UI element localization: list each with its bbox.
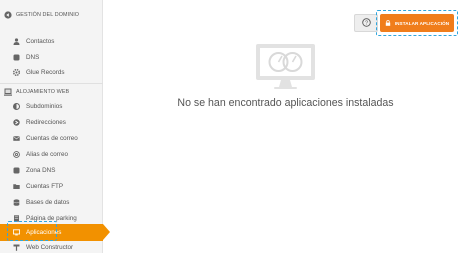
sidebar-item-subdominios[interactable]: Subdominios (0, 98, 103, 115)
empty-state-message: No se han encontrado aplicaciones instal… (177, 97, 394, 109)
folder-icon (13, 183, 20, 190)
document-icon (13, 215, 20, 222)
sidebar-item-label: Alias de correo (26, 151, 68, 158)
question-circle-icon: ? (361, 14, 371, 32)
redirect-icon (13, 119, 20, 126)
sidebar-item-label: Redirecciones (26, 119, 66, 126)
sidebar-item-cuentas-correo[interactable]: Cuentas de correo (0, 130, 103, 147)
sidebar-item-web-constructor[interactable]: Web Constructor (0, 239, 103, 253)
help-button[interactable]: ? (354, 14, 378, 32)
server-icon (4, 88, 12, 96)
sidebar-item-redirecciones[interactable]: Redirecciones (0, 114, 103, 131)
sidebar-item-cuentas-ftp[interactable]: Cuentas FTP (0, 178, 103, 195)
half-circle-icon (13, 103, 20, 110)
sidebar-item-glue-records[interactable]: Glue Records (0, 64, 103, 81)
sidebar-item-label: Aplicaciones (26, 229, 62, 236)
sidebar-item-label: Web Constructor (26, 244, 74, 251)
at-icon (13, 151, 20, 158)
sidebar-item-label: Bases de datos (26, 199, 70, 206)
sidebar-item-contactos[interactable]: Contactos (0, 33, 103, 50)
svg-text:?: ? (364, 20, 367, 26)
sidebar-item-bases-datos[interactable]: Bases de datos (0, 194, 103, 211)
install-button-label: INSTALAR APLICACIÓN (394, 20, 450, 26)
gear-icon (13, 69, 20, 76)
hammer-icon (13, 244, 20, 251)
user-icon (13, 38, 20, 45)
monitor-icon (13, 229, 20, 236)
sidebar-item-label: Subdominios (26, 103, 63, 110)
sidebar-item-alias-correo[interactable]: Alias de correo (0, 146, 103, 163)
sidebar-item-zona-dns[interactable]: Zona DNS (0, 162, 103, 179)
sidebar-item-label: Zona DNS (26, 167, 56, 174)
monitor-gauge-icon (254, 42, 317, 90)
sidebar-item-label: Cuentas de correo (26, 135, 78, 142)
section-title: GESTIÓN DEL DOMINIO (16, 12, 80, 18)
section-header-domain: GESTIÓN DEL DOMINIO (0, 5, 103, 25)
database-icon (13, 199, 20, 206)
section-title: ALOJAMIENTO WEB (16, 89, 70, 95)
sidebar-item-label: Glue Records (26, 69, 65, 76)
sidebar: GESTIÓN DEL DOMINIO Contactos DNS Glue R… (0, 0, 110, 253)
sidebar-item-label: Cuentas FTP (26, 183, 64, 190)
sidebar-item-label: Contactos (26, 38, 55, 45)
sidebar-item-label: Página de parking (26, 215, 77, 222)
database-icon (13, 167, 20, 174)
sidebar-item-label: DNS (26, 54, 40, 61)
install-application-button[interactable]: INSTALAR APLICACIÓN (380, 14, 454, 32)
globe-icon (4, 11, 12, 19)
database-icon (13, 54, 20, 61)
lock-icon (385, 19, 391, 27)
envelope-icon (13, 135, 20, 142)
